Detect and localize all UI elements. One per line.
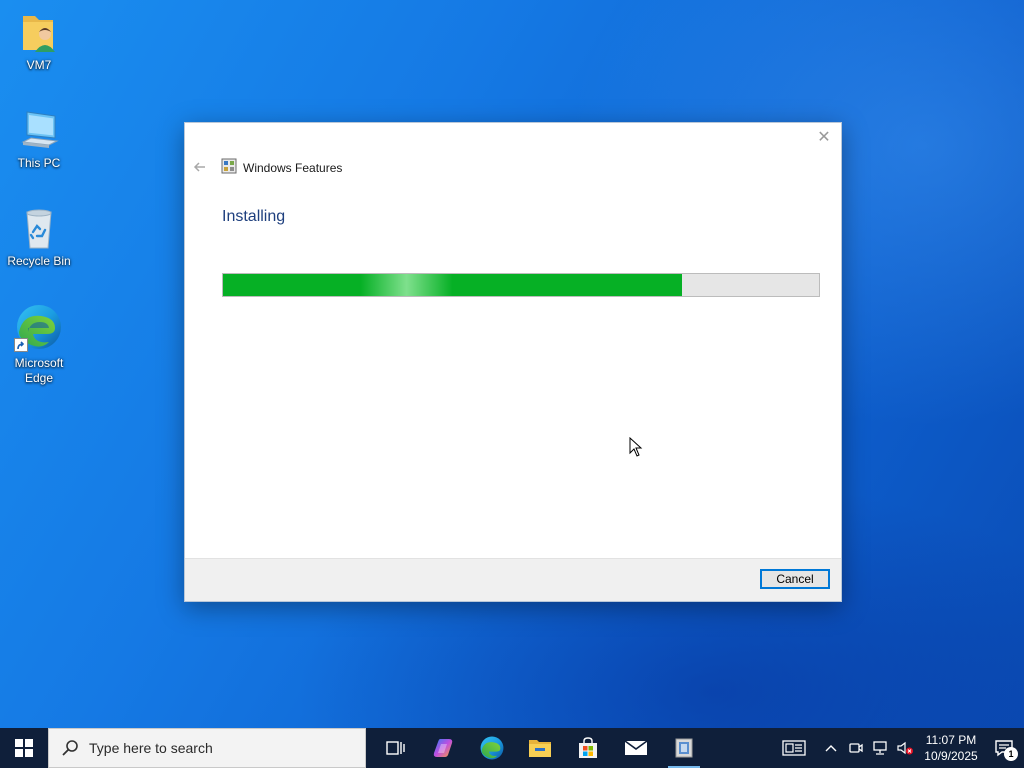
search-icon [62,740,78,756]
show-hidden-icons-button[interactable] [818,728,844,768]
network-button[interactable] [868,728,892,768]
install-progress-bar [222,273,820,297]
start-button[interactable] [0,728,48,768]
clock-date: 10/9/2025 [924,749,978,763]
volume-button[interactable] [892,728,918,768]
windows-logo-icon [15,739,33,757]
meet-now-button[interactable] [844,728,868,768]
desktop-icon-this-pc[interactable]: This PC [1,108,77,171]
edge-icon [14,302,64,352]
taskbar: Type here to search 11:07 PM 10/9/2025 1 [0,728,1024,768]
desktop-icon-microsoft-edge[interactable]: Microsoft Edge [1,302,77,386]
windows-features-taskbar-button[interactable] [660,728,708,768]
back-arrow-icon[interactable] [192,159,208,175]
copilot-button[interactable] [420,728,468,768]
desktop-icon-vm7[interactable]: VM7 [1,10,77,73]
edge-taskbar-button[interactable] [468,728,516,768]
desktop-icon-label: VM7 [26,58,52,72]
microsoft-store-button[interactable] [564,728,612,768]
shortcut-arrow-icon [14,338,28,352]
camera-icon [849,743,863,753]
clock-time: 11:07 PM [925,733,977,747]
copilot-icon [433,739,453,757]
news-icon [782,740,806,756]
dialog-footer: Cancel [185,558,841,601]
chevron-up-icon [825,745,837,752]
recycle-bin-icon [17,206,61,250]
search-placeholder: Type here to search [89,740,213,756]
network-icon [873,741,887,755]
file-explorer-icon [529,740,551,757]
dialog-title: Windows Features [243,161,343,175]
windows-features-icon [221,158,237,179]
close-icon[interactable]: ✕ [815,129,833,147]
computer-icon [17,108,61,152]
desktop-icon-recycle-bin[interactable]: Recycle Bin [1,206,77,269]
dialog-title-bar: Windows Features [221,158,343,179]
mail-button[interactable] [612,728,660,768]
store-icon [579,737,597,758]
system-tray: 11:07 PM 10/9/2025 1 [770,728,1024,768]
installing-heading: Installing [222,208,286,225]
taskbar-search-box[interactable]: Type here to search [48,728,366,768]
action-center-button[interactable]: 1 [984,728,1024,768]
volume-muted-icon [897,741,913,755]
taskbar-apps [372,728,708,768]
progress-fill [223,274,682,296]
user-folder-icon [17,10,61,54]
clock[interactable]: 11:07 PM 10/9/2025 [918,728,984,768]
task-view-icon [386,741,405,755]
news-widget-button[interactable] [770,728,818,768]
desktop-icon-label: Recycle Bin [7,254,71,268]
file-explorer-button[interactable] [516,728,564,768]
windows-features-icon [675,738,693,758]
cancel-button[interactable]: Cancel [760,569,830,589]
mail-icon [624,740,648,755]
desktop-icon-label: This PC [17,156,61,170]
windows-features-dialog: ✕ Windows Features Installing Cancel [184,122,842,602]
notification-count-badge: 1 [1004,747,1018,761]
desktop-icon-label: Microsoft Edge [14,356,64,385]
edge-icon [480,736,504,760]
mouse-cursor-icon [629,436,643,462]
task-view-button[interactable] [372,728,420,768]
